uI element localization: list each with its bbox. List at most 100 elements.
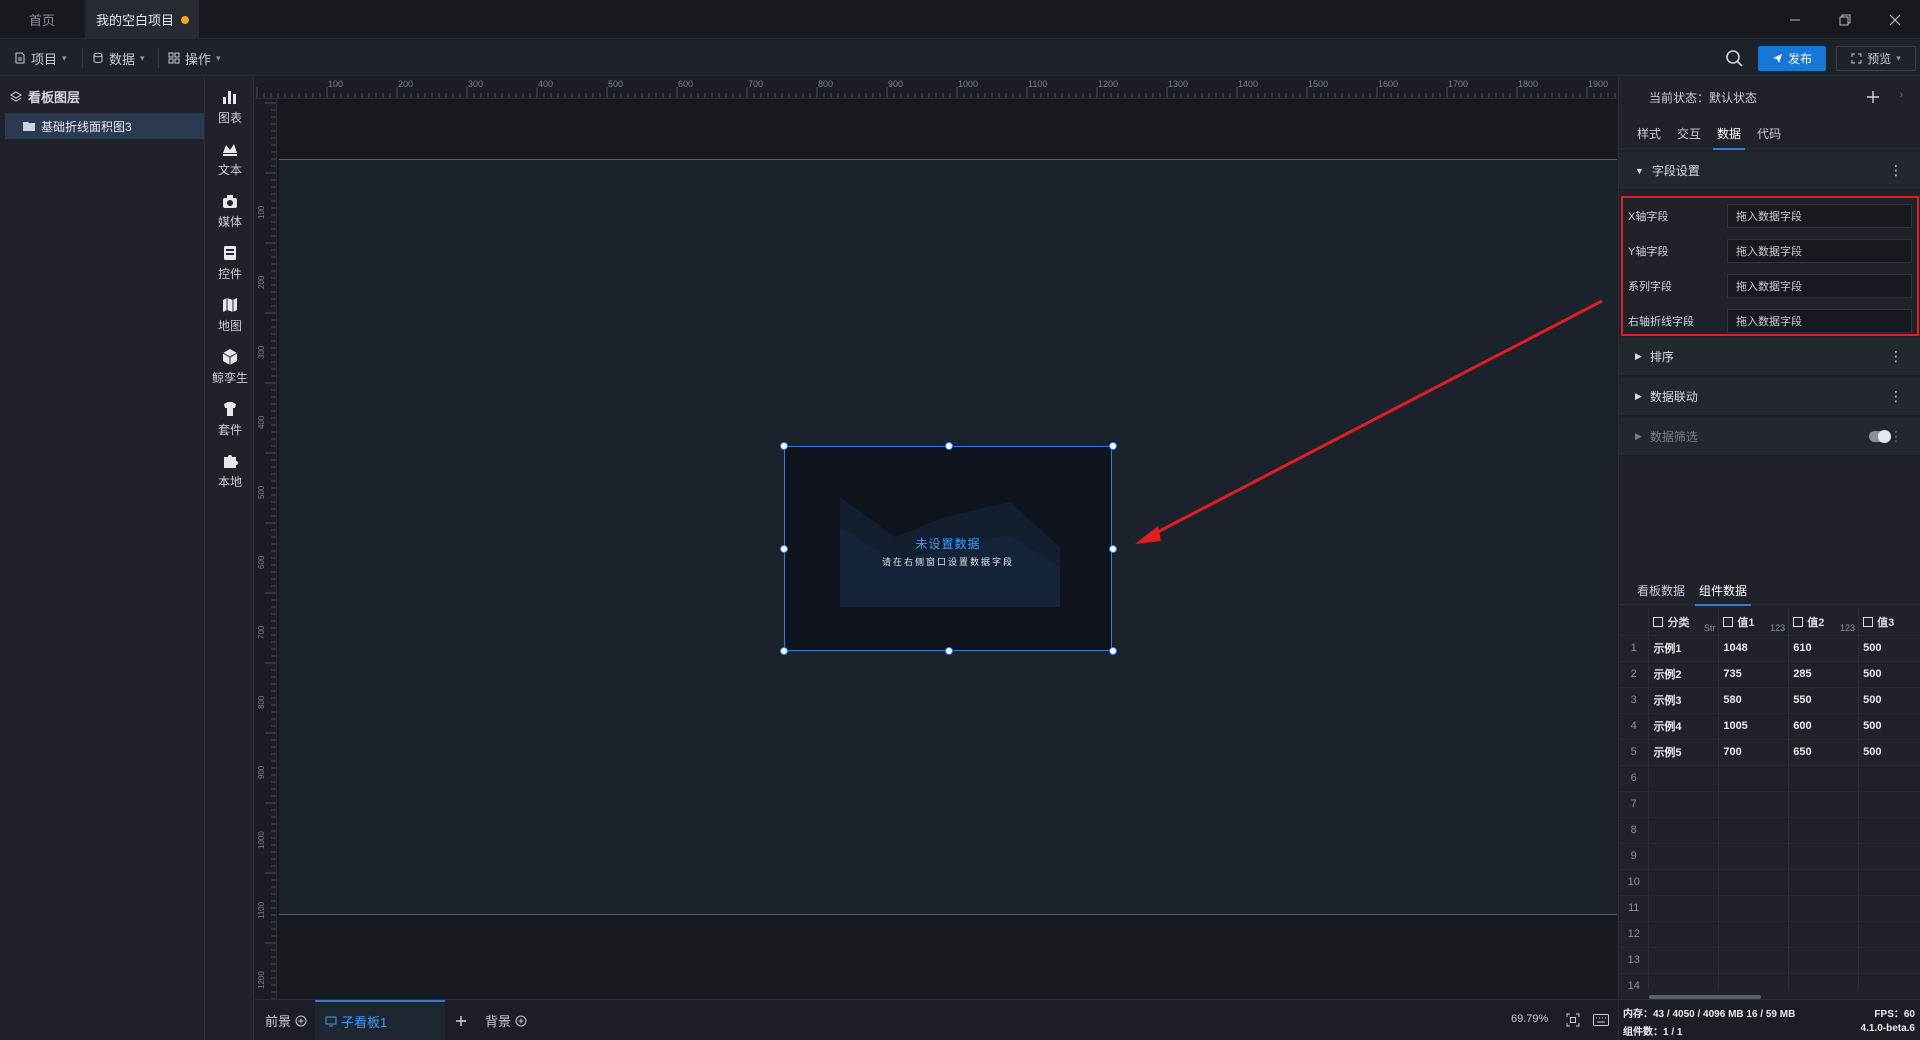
- table-cell[interactable]: [1648, 947, 1720, 974]
- table-cell[interactable]: [1788, 817, 1860, 844]
- canvas-area[interactable]: 100 200 300 400 500 600 700 800 900 1000 1100 1200 1…: [255, 77, 1617, 999]
- column-header[interactable]: 值1 123: [1718, 609, 1790, 636]
- tool-suite[interactable]: 套件: [206, 393, 254, 445]
- table-cell[interactable]: [1788, 895, 1860, 922]
- table-cell[interactable]: [1648, 869, 1720, 896]
- tool-text[interactable]: 文本: [206, 133, 254, 185]
- table-cell[interactable]: 735: [1718, 661, 1790, 688]
- add-circle-icon[interactable]: [515, 1015, 527, 1027]
- menu-data[interactable]: 数据 ▾: [92, 40, 145, 76]
- checkbox-icon[interactable]: [1723, 616, 1734, 627]
- tool-media[interactable]: 媒体: [206, 185, 254, 237]
- state-value[interactable]: 默认状态: [1709, 89, 1757, 106]
- minimize-button[interactable]: [1770, 0, 1820, 39]
- table-cell[interactable]: 580: [1718, 687, 1790, 714]
- table-cell[interactable]: [1718, 791, 1790, 818]
- zoom-level[interactable]: 69.79%: [1511, 1013, 1548, 1025]
- table-cell[interactable]: 500: [1858, 687, 1920, 714]
- table-cell[interactable]: 700: [1718, 739, 1790, 766]
- table-cell[interactable]: [1718, 895, 1790, 922]
- more-vertical-icon[interactable]: ⋮: [1889, 349, 1903, 363]
- table-cell[interactable]: [1858, 947, 1920, 974]
- publish-button[interactable]: 发布: [1758, 46, 1826, 71]
- tab-foreground[interactable]: 前景: [265, 1000, 307, 1040]
- table-cell[interactable]: [1648, 791, 1720, 818]
- table-cell[interactable]: [1718, 765, 1790, 792]
- table-cell[interactable]: [1858, 895, 1920, 922]
- more-vertical-icon[interactable]: ⋮: [1889, 429, 1903, 443]
- checkbox-icon[interactable]: [1863, 616, 1874, 627]
- table-cell[interactable]: 示例1: [1648, 635, 1720, 662]
- checkbox-icon[interactable]: [1653, 616, 1664, 627]
- table-cell[interactable]: 示例2: [1648, 661, 1720, 688]
- table-cell[interactable]: 285: [1788, 661, 1860, 688]
- table-cell[interactable]: [1858, 791, 1920, 818]
- table-cell[interactable]: [1788, 843, 1860, 870]
- table-cell[interactable]: [1648, 843, 1720, 870]
- layer-item[interactable]: 基础折线面积图3: [5, 113, 204, 139]
- resize-handle-n[interactable]: [945, 442, 953, 450]
- resize-handle-se[interactable]: [1109, 647, 1117, 655]
- resize-handle-sw[interactable]: [780, 647, 788, 655]
- tool-twin[interactable]: 鲸孪生: [206, 341, 254, 393]
- column-header[interactable]: 值2 123: [1788, 609, 1860, 636]
- chevron-right-icon[interactable]: ›: [1899, 89, 1903, 101]
- tab-sub-board[interactable]: 子看板1: [315, 1000, 445, 1040]
- preview-button[interactable]: 预览 ▾: [1836, 46, 1916, 71]
- y-axis-field-input[interactable]: 拖入数据字段: [1727, 238, 1912, 263]
- table-cell[interactable]: 500: [1858, 635, 1920, 662]
- fit-screen-icon[interactable]: [1566, 1013, 1580, 1027]
- column-header[interactable]: 值3: [1858, 609, 1920, 636]
- column-header[interactable]: 分类 Str: [1648, 609, 1720, 636]
- add-circle-icon[interactable]: [295, 1015, 307, 1027]
- table-cell[interactable]: 650: [1788, 739, 1860, 766]
- resize-handle-w[interactable]: [780, 545, 788, 553]
- tab-board-data[interactable]: 看板数据: [1637, 575, 1685, 605]
- table-cell[interactable]: 500: [1858, 661, 1920, 688]
- tab-home[interactable]: 首页: [0, 0, 84, 39]
- table-cell[interactable]: [1858, 921, 1920, 948]
- tool-chart[interactable]: 图表: [206, 81, 254, 133]
- table-cell[interactable]: [1648, 973, 1720, 989]
- tab-data[interactable]: 数据: [1713, 117, 1746, 150]
- keyboard-icon[interactable]: [1593, 1014, 1609, 1026]
- table-cell[interactable]: [1718, 817, 1790, 844]
- tab-interaction[interactable]: 交互: [1677, 117, 1701, 149]
- tab-project[interactable]: 我的空白项目: [85, 0, 199, 39]
- table-cell[interactable]: [1648, 765, 1720, 792]
- tab-component-data[interactable]: 组件数据: [1695, 575, 1752, 606]
- tool-local[interactable]: 本地: [206, 445, 254, 497]
- table-cell[interactable]: 1048: [1718, 635, 1790, 662]
- tool-map[interactable]: 地图: [206, 289, 254, 341]
- table-cell[interactable]: 示例5: [1648, 739, 1720, 766]
- close-window-button[interactable]: [1870, 0, 1920, 39]
- table-cell[interactable]: [1718, 973, 1790, 989]
- table-cell[interactable]: [1858, 869, 1920, 896]
- table-cell[interactable]: [1858, 817, 1920, 844]
- table-cell[interactable]: [1648, 895, 1720, 922]
- resize-handle-e[interactable]: [1109, 545, 1117, 553]
- chart-widget[interactable]: 未设置数据 请在右侧窗口设置数据字段: [784, 446, 1112, 651]
- table-cell[interactable]: 550: [1788, 687, 1860, 714]
- resize-handle-s[interactable]: [945, 647, 953, 655]
- table-cell[interactable]: [1648, 817, 1720, 844]
- table-cell[interactable]: 600: [1788, 713, 1860, 740]
- data-filter-toggle[interactable]: [1869, 430, 1891, 443]
- tab-code[interactable]: 代码: [1757, 117, 1781, 149]
- restore-button[interactable]: [1820, 0, 1870, 39]
- tab-style[interactable]: 样式: [1637, 117, 1661, 149]
- table-cell[interactable]: [1788, 921, 1860, 948]
- series-field-input[interactable]: 拖入数据字段: [1727, 273, 1912, 298]
- table-cell[interactable]: [1858, 973, 1920, 989]
- table-cell[interactable]: [1718, 843, 1790, 870]
- tool-widget[interactable]: 控件: [206, 237, 254, 289]
- more-vertical-icon[interactable]: ⋮: [1889, 163, 1903, 177]
- table-cell[interactable]: [1788, 869, 1860, 896]
- table-cell[interactable]: 500: [1858, 739, 1920, 766]
- table-cell[interactable]: 示例4: [1648, 713, 1720, 740]
- table-cell[interactable]: [1788, 791, 1860, 818]
- search-button[interactable]: [1722, 46, 1746, 70]
- table-cell[interactable]: [1858, 843, 1920, 870]
- table-cell[interactable]: [1718, 869, 1790, 896]
- table-cell[interactable]: [1788, 947, 1860, 974]
